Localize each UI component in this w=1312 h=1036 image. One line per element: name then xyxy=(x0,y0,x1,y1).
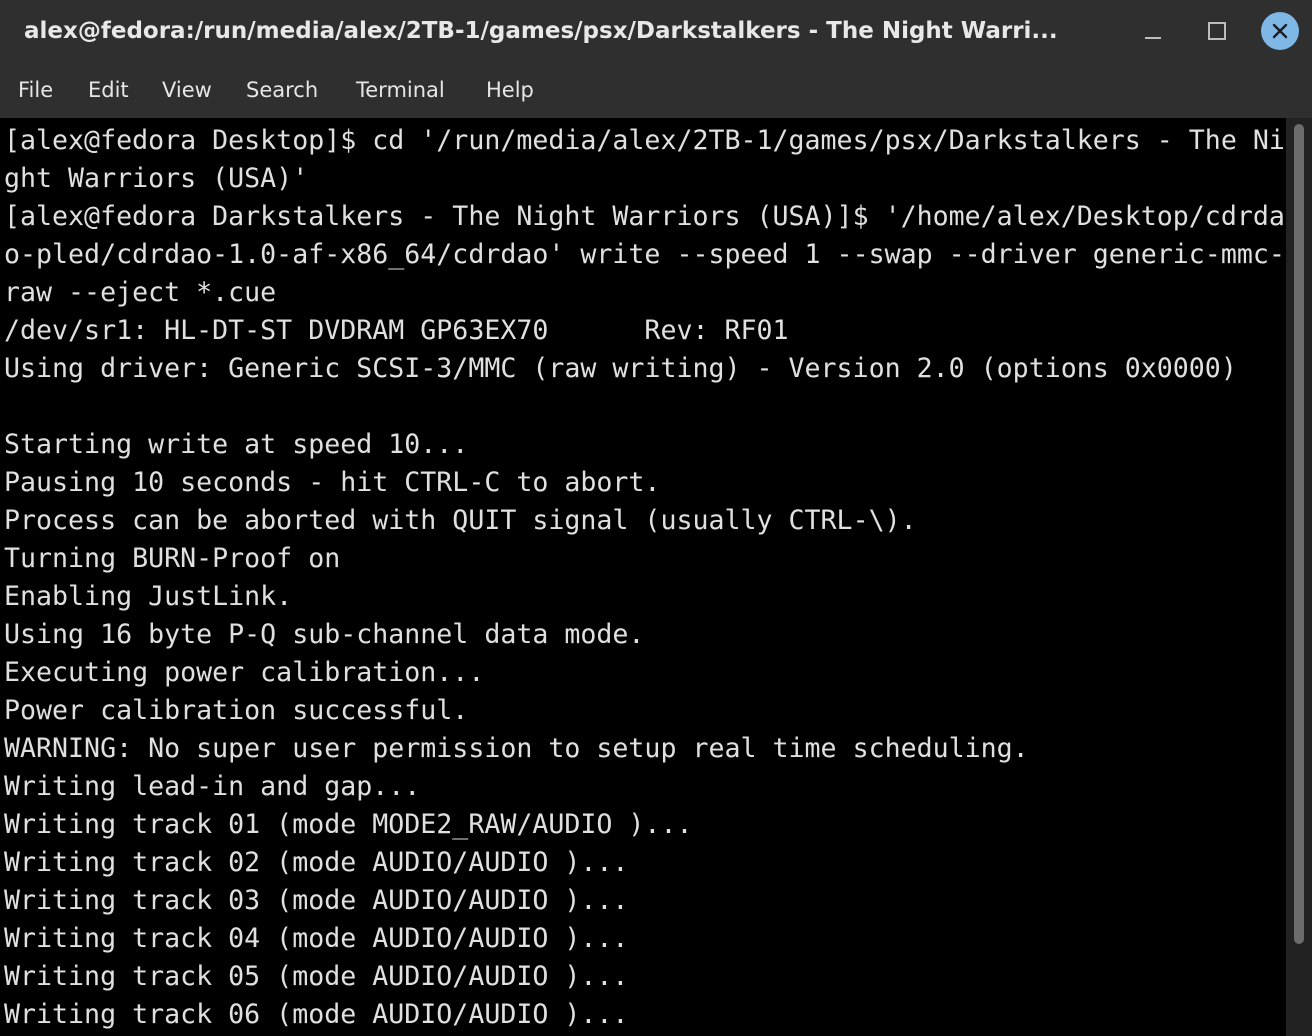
menu-edit[interactable]: Edit xyxy=(88,76,129,104)
terminal-line: WARNING: No super user permission to set… xyxy=(4,733,1029,764)
terminal-line: Enabling JustLink. xyxy=(4,581,293,612)
terminal-line: Pausing 10 seconds - hit CTRL-C to abort… xyxy=(4,467,661,498)
menu-bar: File Edit View Search Terminal Help xyxy=(0,62,1312,118)
window-title: alex@fedora:/run/media/alex/2TB-1/games/… xyxy=(24,18,1058,44)
menu-search[interactable]: Search xyxy=(246,76,318,104)
terminal-line: raw --eject *.cue xyxy=(4,277,277,308)
terminal-line: Executing power calibration... xyxy=(4,657,485,688)
terminal-scrollbar[interactable] xyxy=(1286,118,1312,1036)
menu-file[interactable]: File xyxy=(18,76,53,104)
terminal-line: Power calibration successful. xyxy=(4,695,469,726)
terminal-line: Using driver: Generic SCSI-3/MMC (raw wr… xyxy=(4,353,1237,384)
menu-terminal[interactable]: Terminal xyxy=(356,76,445,104)
terminal-line: Writing lead-in and gap... xyxy=(4,771,421,802)
terminal-line: ght Warriors (USA)' xyxy=(4,163,309,194)
terminal-line: Using 16 byte P-Q sub-channel data mode. xyxy=(4,619,645,650)
terminal-line: [alex@fedora Desktop]$ cd '/run/media/al… xyxy=(4,125,1285,156)
terminal-line: /dev/sr1: HL-DT-ST DVDRAM GP63EX70 Rev: … xyxy=(4,315,789,346)
terminal-line: Writing track 03 (mode AUDIO/AUDIO )... xyxy=(4,885,629,916)
maximize-button[interactable] xyxy=(1198,12,1236,50)
close-button[interactable] xyxy=(1261,12,1299,50)
terminal-line: Starting write at speed 10... xyxy=(4,429,469,460)
terminal-line: Writing track 06 (mode AUDIO/AUDIO )... xyxy=(4,999,629,1030)
terminal-window: alex@fedora:/run/media/alex/2TB-1/games/… xyxy=(0,0,1312,1036)
terminal-line: o-pled/cdrdao-1.0-af-x86_64/cdrdao' writ… xyxy=(4,239,1285,270)
menu-help[interactable]: Help xyxy=(486,76,534,104)
terminal-output[interactable]: [alex@fedora Desktop]$ cd '/run/media/al… xyxy=(0,118,1286,1036)
title-bar[interactable]: alex@fedora:/run/media/alex/2TB-1/games/… xyxy=(0,0,1312,62)
terminal-line: [alex@fedora Darkstalkers - The Night Wa… xyxy=(4,201,1285,232)
terminal-line: Writing track 01 (mode MODE2_RAW/AUDIO )… xyxy=(4,809,693,840)
menu-view[interactable]: View xyxy=(162,76,212,104)
maximize-icon xyxy=(1208,22,1226,40)
terminal-line: Writing track 02 (mode AUDIO/AUDIO )... xyxy=(4,847,629,878)
terminal-line: Process can be aborted with QUIT signal … xyxy=(4,505,917,536)
close-icon xyxy=(1272,23,1288,39)
minimize-icon xyxy=(1145,37,1161,39)
minimize-button[interactable] xyxy=(1134,12,1172,50)
terminal-line: Writing track 04 (mode AUDIO/AUDIO )... xyxy=(4,923,629,954)
terminal-line: Turning BURN-Proof on xyxy=(4,543,341,574)
terminal-line: Writing track 05 (mode AUDIO/AUDIO )... xyxy=(4,961,629,992)
scrollbar-thumb[interactable] xyxy=(1294,124,1304,944)
